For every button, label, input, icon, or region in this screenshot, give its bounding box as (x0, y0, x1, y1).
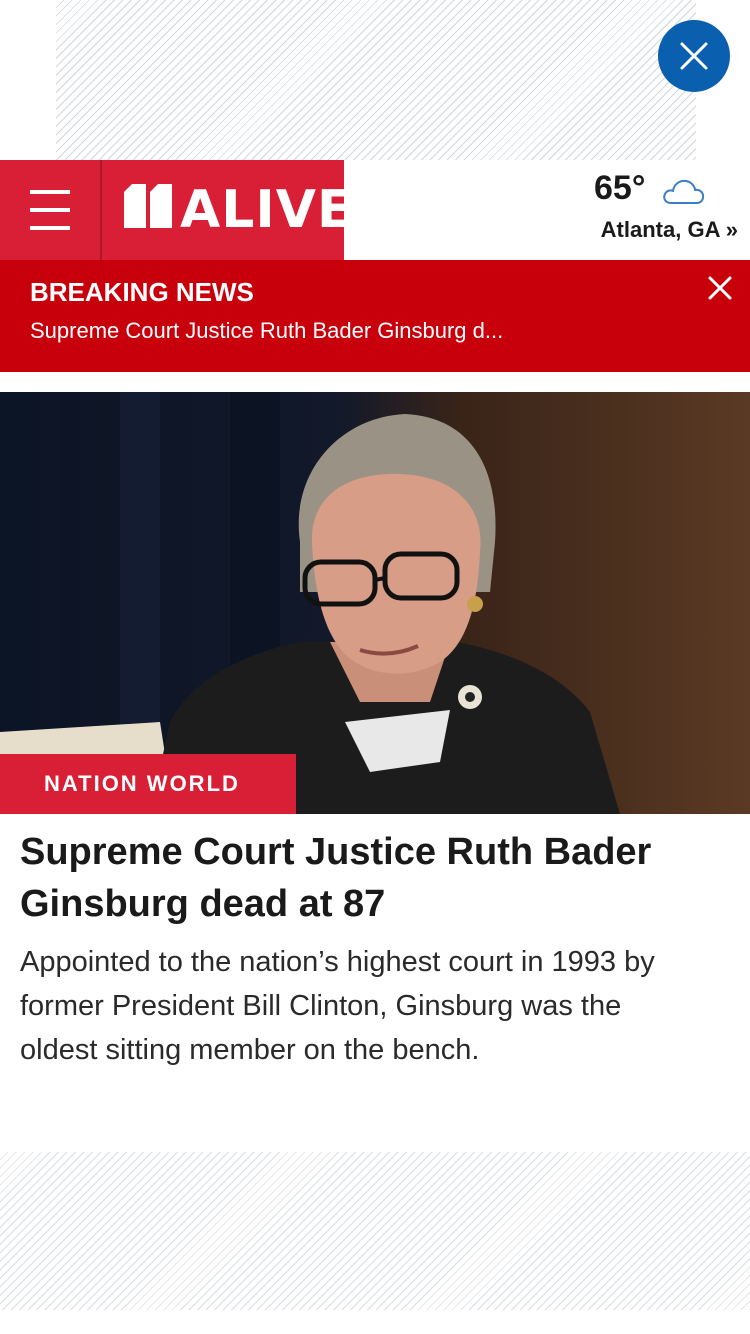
breaking-news-title: BREAKING NEWS (30, 277, 254, 307)
cloud-icon[interactable] (662, 176, 706, 206)
hamburger-menu-icon-bar (30, 208, 70, 212)
menu-button[interactable] (0, 160, 100, 260)
weather-location-link[interactable]: Atlanta, GA » (601, 216, 738, 244)
logo-text: ALIVE (180, 180, 354, 240)
article-headline[interactable]: Supreme Court Justice Ruth Bader Ginsbur… (20, 826, 720, 930)
close-icon[interactable] (706, 274, 734, 302)
category-label[interactable]: NATION WORLD (0, 754, 296, 814)
site-header: ALIVE 65° Atlanta, GA » (0, 160, 750, 260)
weather-temperature[interactable]: 65° (594, 168, 645, 208)
breaking-news-text[interactable]: Supreme Court Justice Ruth Bader Ginsbur… (30, 316, 570, 346)
hamburger-menu-icon-bar (30, 226, 70, 230)
hamburger-menu-icon (30, 190, 70, 194)
bottom-ad-banner[interactable] (0, 1152, 750, 1310)
portrait-image (0, 392, 620, 814)
article-hero-image[interactable] (0, 392, 750, 814)
page: ALIVE 65° Atlanta, GA » BREAKING NEWS Su… (0, 0, 750, 1334)
close-icon (680, 42, 708, 70)
article-summary: Appointed to the nation’s highest court … (20, 946, 655, 1066)
eleven-logo-icon (124, 184, 172, 228)
breaking-news-banner[interactable]: BREAKING NEWS Supreme Court Justice Ruth… (0, 260, 750, 372)
top-ad-banner[interactable] (56, 0, 696, 160)
category-text: NATION WORLD (44, 771, 240, 796)
ad-close-button[interactable] (658, 20, 730, 92)
site-logo[interactable]: ALIVE (102, 160, 353, 260)
